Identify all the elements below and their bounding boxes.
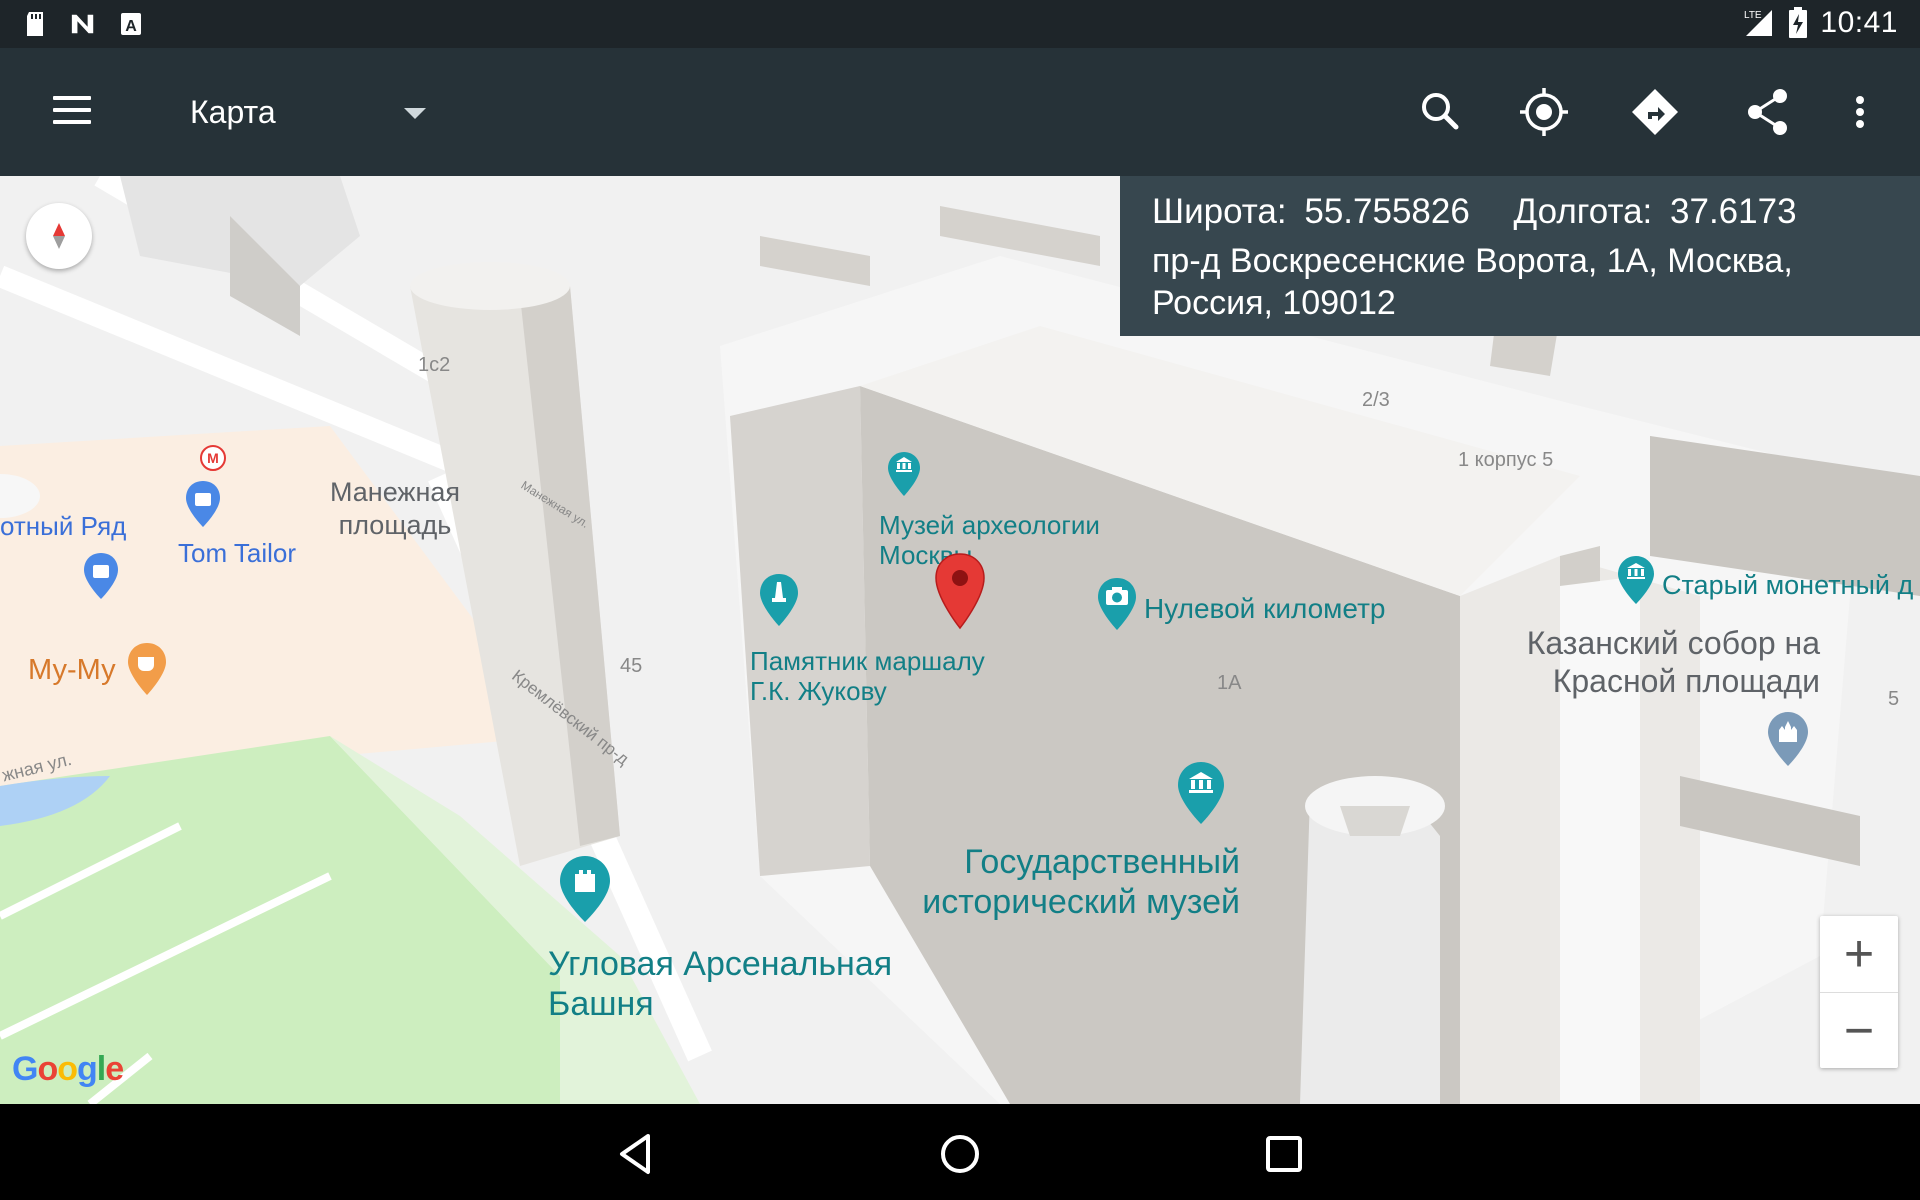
svg-text:LTE: LTE: [1744, 10, 1762, 21]
google-logo: Google: [12, 1050, 124, 1088]
building-number-5: 5: [1888, 688, 1900, 710]
svg-text:A: A: [125, 18, 137, 35]
label-kazan-cathedral[interactable]: Казанский собор на Красной площади: [1500, 624, 1820, 700]
label-okhotny-ryad[interactable]: отный Ряд: [0, 511, 126, 542]
menu-icon[interactable]: [40, 88, 104, 136]
cafe-pin-icon[interactable]: [126, 641, 168, 697]
spinner-label: Карта: [190, 94, 276, 130]
system-navigation-bar: [0, 1104, 1920, 1200]
svg-text:M: M: [207, 450, 219, 466]
search-icon[interactable]: [1410, 82, 1470, 142]
app-toolbar: Карта: [0, 48, 1920, 176]
address-text: пр-д Воскресенские Ворота, 1А, Москва, Р…: [1152, 242, 1793, 322]
my-location-icon[interactable]: [1514, 82, 1574, 142]
longitude-label: Долгота:: [1513, 192, 1653, 231]
label-my-my[interactable]: Му-Му: [28, 654, 116, 687]
back-icon[interactable]: [612, 1130, 660, 1178]
home-icon[interactable]: [936, 1130, 984, 1178]
clock: 10:41: [1820, 6, 1898, 39]
church-pin-icon[interactable]: [1766, 710, 1810, 768]
status-bar: A LTE 10:41: [0, 0, 1920, 48]
more-vert-icon[interactable]: [1830, 82, 1890, 142]
recents-icon[interactable]: [1260, 1130, 1308, 1178]
building-number-1-korpus-5: 1 корпус 5: [1458, 449, 1554, 471]
zoom-out-button[interactable]: −: [1820, 993, 1898, 1069]
monument-pin-icon[interactable]: [758, 572, 800, 628]
metro-icon[interactable]: M: [199, 444, 227, 472]
compass-icon: [53, 223, 65, 249]
battery-charging-icon: [1789, 7, 1808, 38]
shopping-pin-icon[interactable]: [82, 551, 120, 601]
building-number-1c2: 1с2: [418, 354, 451, 376]
zoom-in-button[interactable]: +: [1820, 916, 1898, 993]
n-icon: [71, 14, 94, 34]
label-tom-tailor[interactable]: Tom Tailor: [178, 538, 296, 569]
location-info-panel: Широта: 55.755826 Долгота: 37.6173 пр-д …: [1120, 176, 1920, 336]
label-historical-museum[interactable]: Государственный исторический музей: [900, 842, 1240, 922]
label-zero-km[interactable]: Нулевой километр: [1144, 594, 1385, 624]
building-number-2-3: 2/3: [1362, 389, 1390, 411]
museum-pin-icon[interactable]: [886, 450, 922, 498]
compass-button[interactable]: [26, 203, 92, 269]
selected-location-marker-icon[interactable]: [932, 552, 988, 632]
directions-icon[interactable]: [1625, 82, 1685, 142]
camera-pin-icon[interactable]: [1096, 576, 1138, 632]
label-zhukov-monument[interactable]: Памятник маршалу Г.К. Жукову: [750, 646, 1010, 706]
label-old-mint[interactable]: Старый монетный д: [1662, 570, 1913, 600]
label-manezh-square[interactable]: Манежная площадь: [325, 476, 465, 542]
building-number-45: 45: [620, 655, 643, 677]
zoom-controls: + −: [1820, 916, 1898, 1068]
coordinates-row: Широта: 55.755826 Долгота: 37.6173: [1152, 192, 1805, 232]
longitude-value: 37.6173: [1670, 192, 1797, 231]
building-number-1a: 1А: [1217, 672, 1242, 694]
share-icon[interactable]: [1738, 82, 1798, 142]
latitude-label: Широта:: [1152, 192, 1287, 231]
sd-card-icon: [27, 12, 43, 36]
museum-pin-icon[interactable]: [1616, 554, 1656, 606]
museum-pin-icon[interactable]: [1176, 760, 1226, 826]
label-arsenal-tower[interactable]: Угловая Арсенальная Башня: [548, 944, 908, 1024]
label-archaeology-museum[interactable]: Музей археологии Москвы: [879, 510, 1109, 570]
latitude-value: 55.755826: [1304, 192, 1470, 231]
a-icon: A: [121, 13, 141, 35]
shopping-pin-icon[interactable]: [184, 479, 222, 529]
dropdown-arrow-icon: [404, 108, 426, 119]
map-type-spinner[interactable]: Карта: [190, 78, 440, 146]
signal-lte-icon: LTE: [1744, 10, 1773, 36]
tower-pin-icon[interactable]: [558, 854, 612, 924]
